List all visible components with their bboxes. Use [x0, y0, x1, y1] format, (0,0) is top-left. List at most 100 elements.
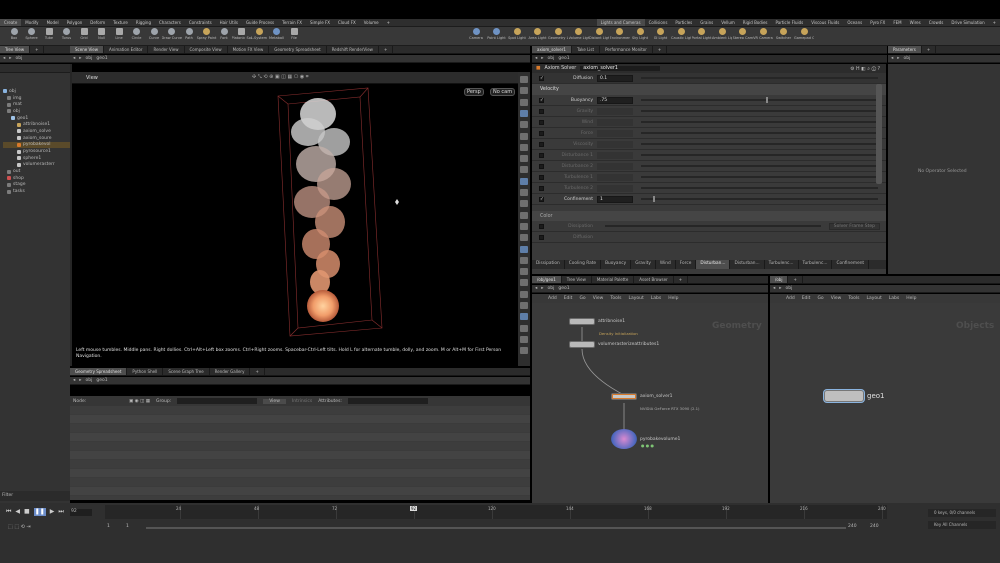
node-geo1[interactable]: geo1 [824, 390, 885, 402]
node-body[interactable] [611, 393, 637, 400]
tree-item[interactable]: obj [3, 108, 70, 115]
param-folder-tab[interactable]: Buoyancy [601, 260, 632, 269]
forward-icon[interactable]: ▸ [897, 56, 899, 61]
step-back-icon[interactable]: ◀ [15, 508, 20, 516]
shelf-tab[interactable]: Polygon [63, 19, 87, 26]
tree-item[interactable]: volumerasterr [3, 162, 70, 169]
objects-menu-item[interactable]: Go [817, 296, 823, 301]
shelf-tool[interactable]: Point Light [487, 28, 507, 40]
display-option-icon[interactable] [520, 189, 528, 196]
param-folder-tab[interactable]: Cooling Rate [565, 260, 602, 269]
pause-icon[interactable]: ❚❚ [33, 508, 46, 516]
stop-icon[interactable]: ■ [24, 508, 30, 516]
param-folder-tab[interactable]: Turbulenc... [799, 260, 833, 269]
pane-tab[interactable]: + [674, 276, 689, 283]
3d-viewport[interactable]: Persp No cam Left mouse tumbles. Middle … [72, 84, 518, 366]
display-option-icon[interactable] [520, 324, 528, 332]
tree-item[interactable]: axiom_solve [3, 128, 70, 135]
jump-end-icon[interactable]: ⏭ [58, 508, 63, 516]
pane-tab[interactable]: Render Gallery [210, 368, 251, 375]
forward-icon[interactable]: ▸ [9, 56, 11, 61]
shelf-tool[interactable]: Portal Light [692, 28, 712, 40]
path-geo[interactable]: geo1 [96, 56, 107, 61]
param-field[interactable] [597, 184, 633, 192]
param-checkbox[interactable] [539, 141, 544, 147]
display-option-icon[interactable] [520, 200, 528, 208]
slider-handle[interactable] [766, 97, 768, 103]
pane-tab[interactable]: + [250, 368, 265, 375]
display-option-icon[interactable] [520, 279, 528, 287]
shelf-tool[interactable]: File [284, 28, 304, 40]
current-frame-field[interactable]: 92 [70, 509, 92, 516]
param-folder-tab[interactable]: Disturban... [730, 260, 765, 269]
param-folder-tab[interactable]: Dissipation [532, 260, 565, 269]
tree-item[interactable]: tasks [3, 188, 70, 195]
shelf-tool[interactable]: Distant Light [589, 28, 609, 40]
shelf-tool[interactable]: Ambient Light [712, 28, 732, 40]
param-slider[interactable] [641, 196, 878, 202]
pane-tab[interactable]: Tree View [0, 46, 31, 53]
param-folder-tab[interactable]: Force [676, 260, 697, 269]
objects-network[interactable]: Objects geo1 [770, 303, 1000, 503]
param-slider[interactable] [641, 110, 878, 112]
shelf-tool[interactable]: Gamepad Camera [794, 28, 814, 40]
path-obj[interactable]: obj [548, 286, 555, 291]
node-volumerasterizeattributes1[interactable]: volumerasterizeattributes1 [569, 341, 659, 348]
param-folder-tab[interactable]: Confinement [832, 260, 870, 269]
path-obj[interactable]: obj [548, 56, 555, 61]
objects-menu-item[interactable]: Labs [889, 296, 899, 301]
param-field[interactable] [597, 151, 633, 159]
dissipation-slider[interactable] [605, 225, 821, 227]
solver-frame-step-button[interactable]: Solver Frame Step [828, 222, 880, 230]
param-folder-tab[interactable]: Wind [656, 260, 676, 269]
display-option-icon[interactable] [520, 76, 528, 83]
shelf-tab[interactable]: Wires [906, 19, 925, 26]
node-name-field[interactable]: axiom_solver1 [580, 66, 661, 71]
shelf-tab[interactable]: Hair Utils [216, 19, 242, 26]
display-option-icon[interactable] [520, 222, 528, 230]
shelf-tool[interactable]: Switcher [774, 28, 794, 40]
shelf-tab[interactable]: Model [43, 19, 63, 26]
objects-menu-item[interactable]: Layout [866, 296, 881, 301]
param-checkbox[interactable] [539, 108, 544, 114]
start-frame-field[interactable]: 1 [107, 524, 110, 529]
dissipation-checkbox[interactable] [539, 223, 544, 229]
node-axiom-solver1[interactable]: axiom_solver1 [611, 393, 673, 400]
param-slider[interactable] [641, 165, 878, 167]
range-slider[interactable] [146, 527, 846, 529]
node-attribnoise1[interactable]: attribnoise1 [569, 318, 625, 325]
shelf-tab[interactable]: Crowds [925, 19, 948, 26]
jump-start-icon[interactable]: ⏮ [6, 508, 11, 516]
objects-menu-item[interactable]: Help [906, 296, 916, 301]
display-option-icon[interactable] [520, 302, 528, 309]
timeline-ruler[interactable]: 24 48 72 92 120 144 168 192 216 240 [105, 505, 887, 519]
back-icon[interactable]: ◂ [73, 378, 75, 383]
network-menu-item[interactable]: Add [548, 296, 557, 301]
diffusion-slider[interactable] [641, 77, 878, 79]
pane-tab[interactable]: Tree View [562, 276, 592, 283]
view-tool-icons[interactable]: ✣ ⤡ ⟲ ⊕ ▣ ◫ ▦ ⎔ ◉ ⌗ [252, 74, 309, 80]
shelf-tool[interactable]: Volume Light [569, 28, 589, 40]
pane-tab[interactable]: Redshift RenderView [327, 46, 379, 53]
display-option-icon[interactable] [520, 155, 528, 163]
shelf-tab[interactable]: Rigid Bodies [739, 19, 772, 26]
param-slider[interactable] [641, 187, 878, 189]
objects-menu-item[interactable]: Add [786, 296, 795, 301]
pane-tab[interactable]: Material Palette [592, 276, 635, 283]
display-option-icon[interactable] [520, 335, 528, 343]
diffusion2-checkbox[interactable] [539, 234, 544, 240]
pane-tab[interactable]: Animation Editor [104, 46, 149, 53]
display-option-icon[interactable] [520, 211, 528, 219]
pane-tab[interactable]: Scene View [70, 46, 104, 53]
pane-tab[interactable]: /obj/geo1 [532, 276, 562, 283]
pane-tab[interactable]: Asset Browser [634, 276, 674, 283]
param-slider[interactable] [641, 97, 878, 103]
shelf-tab[interactable]: Vellum [717, 19, 739, 26]
param-field[interactable] [597, 107, 633, 115]
pane-tab[interactable]: + [922, 46, 937, 53]
tree-item[interactable]: geo1 [3, 115, 70, 122]
param-checkbox[interactable] [539, 119, 544, 125]
intrinsics-toggle[interactable]: Intrinsics [292, 399, 312, 404]
tree-item[interactable]: mat [3, 101, 70, 108]
display-option-icon[interactable] [520, 347, 528, 355]
